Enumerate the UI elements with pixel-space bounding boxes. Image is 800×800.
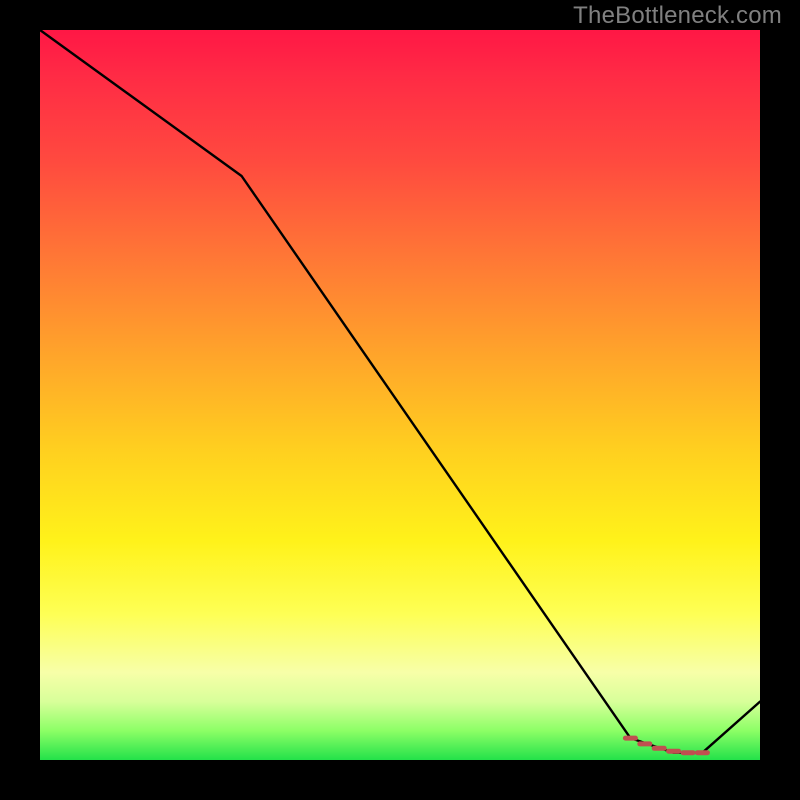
watermark-text: TheBottleneck.com xyxy=(573,2,782,30)
curve-line xyxy=(40,30,760,753)
chart-overlay xyxy=(40,30,760,760)
plot-area xyxy=(40,30,760,760)
chart-frame: TheBottleneck.com xyxy=(0,0,800,800)
